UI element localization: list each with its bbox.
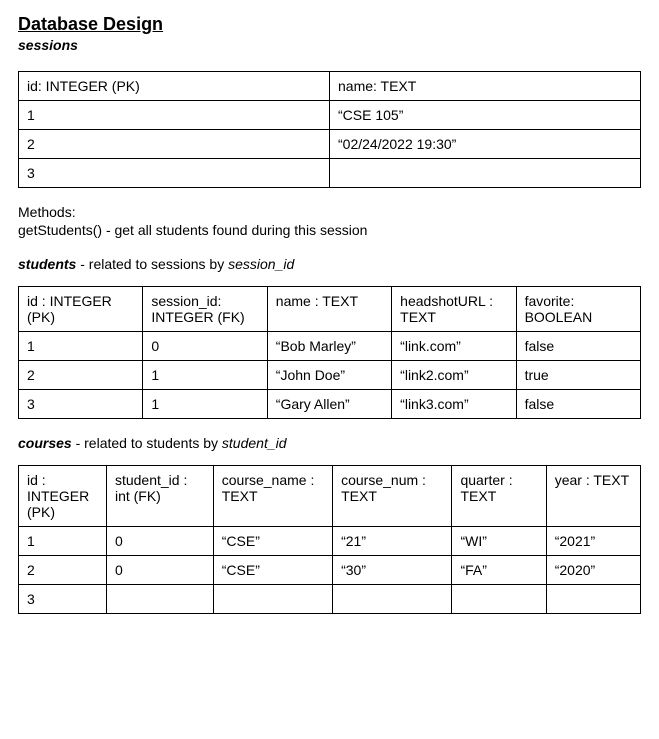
cell: 3 <box>19 159 330 188</box>
cell: “30” <box>333 556 452 585</box>
courses-label-key: student_id <box>222 435 287 451</box>
sessions-header-name: name: TEXT <box>330 72 641 101</box>
courses-header-year: year : TEXT <box>546 466 640 527</box>
cell: 1 <box>143 361 267 390</box>
cell: 1 <box>19 527 107 556</box>
cell: “2020” <box>546 556 640 585</box>
cell: 2 <box>19 556 107 585</box>
courses-header-course-num: course_num : TEXT <box>333 466 452 527</box>
table-row: id: INTEGER (PK) name: TEXT <box>19 72 641 101</box>
cell: “Gary Allen” <box>267 390 391 419</box>
cell: 0 <box>106 556 213 585</box>
cell: 0 <box>143 332 267 361</box>
cell: “CSE” <box>213 556 332 585</box>
cell <box>330 159 641 188</box>
table-row: id : INTEGER (PK) student_id : int (FK) … <box>19 466 641 527</box>
courses-header-student-id: student_id : int (FK) <box>106 466 213 527</box>
cell <box>333 585 452 614</box>
cell: “WI” <box>452 527 546 556</box>
table-row: 3 1 “Gary Allen” “link3.com” false <box>19 390 641 419</box>
courses-label-name: courses <box>18 435 72 451</box>
cell: false <box>516 332 640 361</box>
cell: “CSE” <box>213 527 332 556</box>
courses-header-course-name: course_name : TEXT <box>213 466 332 527</box>
cell: true <box>516 361 640 390</box>
students-table: id : INTEGER (PK) session_id: INTEGER (F… <box>18 286 641 419</box>
students-label-key: session_id <box>228 256 294 272</box>
courses-section-label: courses - related to students by student… <box>18 435 641 451</box>
students-label-name: students <box>18 256 76 272</box>
cell: “link3.com” <box>392 390 516 419</box>
sessions-header-id: id: INTEGER (PK) <box>19 72 330 101</box>
cell: 2 <box>19 361 143 390</box>
students-section-label: students - related to sessions by sessio… <box>18 256 641 272</box>
students-header-name: name : TEXT <box>267 287 391 332</box>
table-row: 1 0 “CSE” “21” “WI” “2021” <box>19 527 641 556</box>
cell <box>546 585 640 614</box>
table-row: 3 <box>19 585 641 614</box>
table-row: 2 “02/24/2022 19:30” <box>19 130 641 159</box>
students-header-headshot: headshotURL : TEXT <box>392 287 516 332</box>
table-row: 1 0 “Bob Marley” “link.com” false <box>19 332 641 361</box>
table-row: id : INTEGER (PK) session_id: INTEGER (F… <box>19 287 641 332</box>
cell: “Bob Marley” <box>267 332 391 361</box>
cell: false <box>516 390 640 419</box>
students-header-favorite: favorite: BOOLEAN <box>516 287 640 332</box>
cell: 3 <box>19 390 143 419</box>
cell: “link.com” <box>392 332 516 361</box>
cell: 3 <box>19 585 107 614</box>
methods-label: Methods: <box>18 204 641 220</box>
cell <box>106 585 213 614</box>
cell: “21” <box>333 527 452 556</box>
students-label-rest: - related to sessions by <box>76 256 228 272</box>
table-row: 2 1 “John Doe” “link2.com” true <box>19 361 641 390</box>
methods-body: getStudents() - get all students found d… <box>18 222 641 238</box>
table-row: 1 “CSE 105” <box>19 101 641 130</box>
students-header-session-id: session_id: INTEGER (FK) <box>143 287 267 332</box>
students-header-id: id : INTEGER (PK) <box>19 287 143 332</box>
cell: 2 <box>19 130 330 159</box>
cell: “2021” <box>546 527 640 556</box>
cell <box>452 585 546 614</box>
cell: “link2.com” <box>392 361 516 390</box>
cell: “CSE 105” <box>330 101 641 130</box>
courses-header-quarter: quarter : TEXT <box>452 466 546 527</box>
cell <box>213 585 332 614</box>
sessions-label: sessions <box>18 37 641 53</box>
courses-table: id : INTEGER (PK) student_id : int (FK) … <box>18 465 641 614</box>
cell: 1 <box>19 332 143 361</box>
cell: “John Doe” <box>267 361 391 390</box>
sessions-table: id: INTEGER (PK) name: TEXT 1 “CSE 105” … <box>18 71 641 188</box>
cell: “02/24/2022 19:30” <box>330 130 641 159</box>
page-title: Database Design <box>18 14 641 35</box>
cell: 1 <box>143 390 267 419</box>
table-row: 3 <box>19 159 641 188</box>
courses-label-rest: - related to students by <box>72 435 222 451</box>
cell: 0 <box>106 527 213 556</box>
courses-header-id: id : INTEGER (PK) <box>19 466 107 527</box>
cell: “FA” <box>452 556 546 585</box>
table-row: 2 0 “CSE” “30” “FA” “2020” <box>19 556 641 585</box>
cell: 1 <box>19 101 330 130</box>
